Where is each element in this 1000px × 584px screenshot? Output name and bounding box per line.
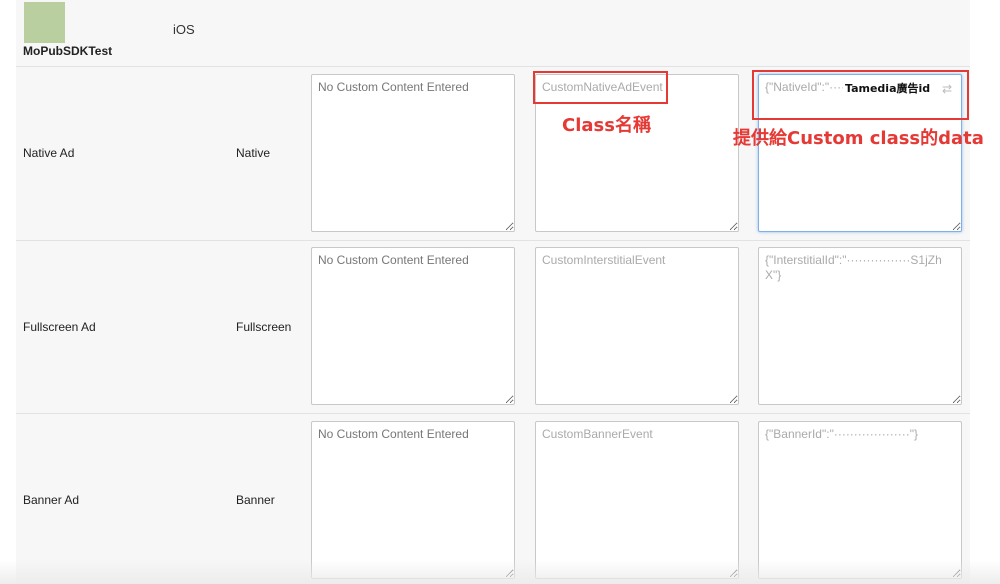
custom-class-field[interactable]: CustomBannerEvent: [535, 421, 739, 579]
ad-id-overlay-label: Tamedia廣告id: [843, 80, 933, 96]
app-name: MoPubSDKTest: [23, 44, 113, 58]
custom-content-placeholder: No Custom Content Entered: [318, 253, 469, 267]
ad-unit-name: Banner Ad: [23, 493, 80, 507]
custom-class-field[interactable]: CustomInterstitialEvent: [535, 247, 739, 405]
ad-unit-name: Fullscreen Ad: [23, 320, 96, 334]
custom-data-value: {"BannerId":"···················"}: [765, 427, 919, 441]
custom-content-field[interactable]: No Custom Content Entered: [311, 74, 515, 232]
app-header: MoPubSDKTest iOS: [16, 0, 970, 67]
ad-unit-format: Native: [236, 146, 271, 160]
custom-data-field[interactable]: {"InterstitialId":"················S1jZh…: [758, 247, 962, 405]
platform-label: iOS: [173, 22, 195, 37]
custom-content-field[interactable]: No Custom Content Entered: [311, 247, 515, 405]
class-name-highlight: [533, 71, 668, 104]
sync-icon: ⇄: [942, 82, 953, 96]
custom-content-field[interactable]: No Custom Content Entered: [311, 421, 515, 579]
custom-content-placeholder: No Custom Content Entered: [318, 427, 469, 441]
class-name-annotation: Class名稱: [562, 115, 651, 136]
custom-data-value: {"InterstitialId":"················S1jZh…: [765, 253, 942, 282]
custom-data-field[interactable]: {"BannerId":"···················"}: [758, 421, 962, 579]
ad-unit-format: Banner: [236, 493, 275, 507]
custom-content-placeholder: No Custom Content Entered: [318, 80, 469, 94]
app-icon: [24, 2, 65, 43]
ad-unit-format: Fullscreen: [236, 320, 292, 334]
ad-unit-name: Native Ad: [23, 146, 75, 160]
data-annotation: 提供給Custom class的data: [733, 128, 984, 149]
custom-class-value: CustomBannerEvent: [542, 427, 653, 441]
custom-class-value: CustomInterstitialEvent: [542, 253, 666, 267]
